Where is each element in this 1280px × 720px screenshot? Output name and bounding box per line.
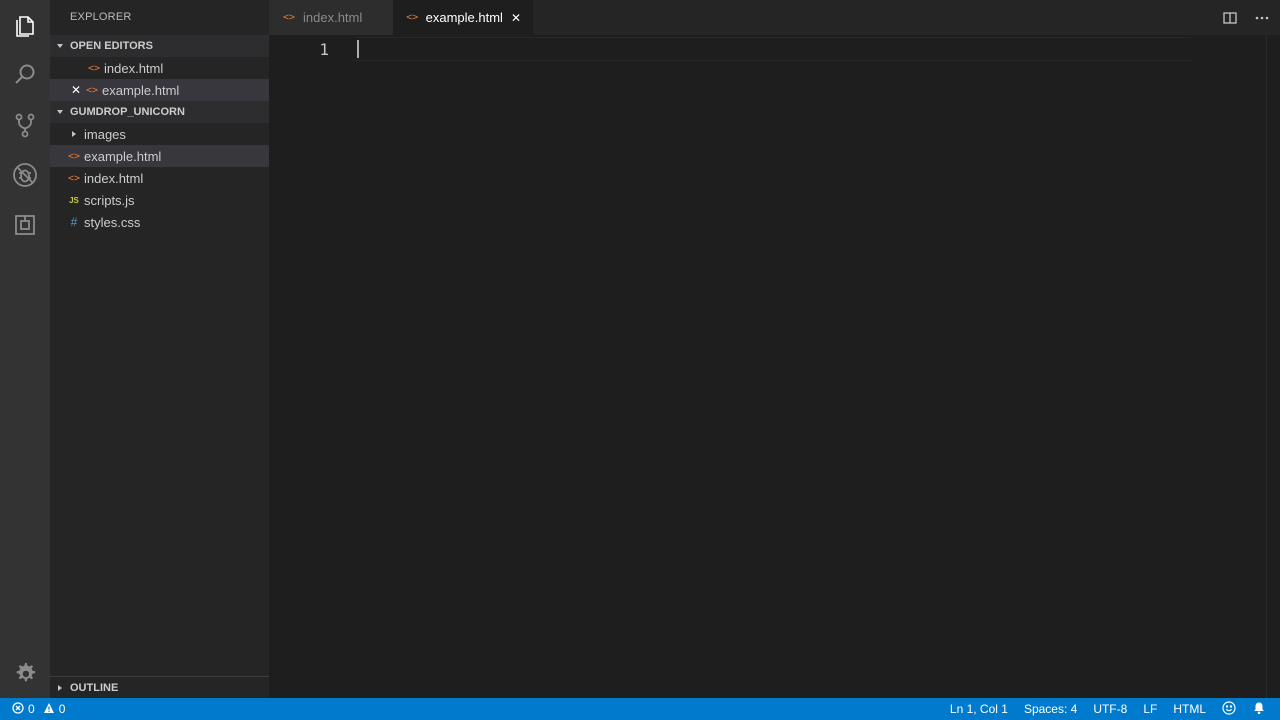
encoding[interactable]: UTF-8 — [1093, 702, 1127, 716]
activity-bar — [0, 0, 50, 698]
current-line-highlight — [355, 37, 1191, 61]
js-file-icon: JS — [69, 195, 79, 205]
html-file-icon: <> — [67, 172, 81, 184]
outline-header[interactable]: OUTLINE — [50, 676, 269, 698]
chevron-down-icon — [50, 42, 70, 50]
split-editor-icon[interactable] — [1220, 11, 1240, 25]
chevron-down-icon — [50, 108, 70, 116]
explorer-title: EXPLORER — [70, 11, 132, 23]
chevron-right-icon — [66, 130, 82, 138]
feedback-smiley-icon[interactable] — [1222, 700, 1236, 718]
overview-ruler[interactable] — [1266, 35, 1280, 698]
tree-item-label: styles.css — [84, 214, 141, 230]
end-of-line[interactable]: LF — [1143, 702, 1157, 716]
warning-icon — [43, 702, 55, 717]
cursor-position[interactable]: Ln 1, Col 1 — [950, 702, 1008, 716]
html-file-icon: <> — [282, 12, 296, 23]
open-editor-item-label: example.html — [102, 82, 180, 98]
folder-label: GUMDROP_UNICORN — [70, 106, 185, 118]
close-icon[interactable]: ✕ — [68, 83, 84, 97]
chevron-right-icon — [50, 684, 70, 692]
indentation[interactable]: Spaces: 4 — [1024, 702, 1077, 716]
tab-label: index.html — [303, 10, 363, 25]
error-icon — [12, 701, 24, 717]
line-number: 1 — [319, 40, 329, 59]
search-icon[interactable] — [0, 50, 50, 100]
close-icon[interactable]: ✕ — [511, 11, 521, 25]
html-file-icon: <> — [67, 150, 81, 162]
tab-example-html[interactable]: <> example.html ✕ — [393, 0, 533, 35]
tree-item-index-html[interactable]: <> index.html — [50, 167, 269, 189]
status-right: Ln 1, Col 1 Spaces: 4 UTF-8 LF HTML — [950, 698, 1266, 720]
open-editor-item-index[interactable]: <> index.html — [50, 57, 269, 79]
source-control-icon[interactable] — [0, 100, 50, 150]
html-file-icon: <> — [406, 12, 419, 23]
tree-item-scripts-js[interactable]: JS scripts.js — [50, 189, 269, 211]
text-cursor — [357, 40, 359, 58]
folder-header[interactable]: GUMDROP_UNICORN — [50, 101, 269, 123]
tree-item-images[interactable]: images — [50, 123, 269, 145]
tab-index-html[interactable]: <> index.html — [269, 0, 393, 35]
explorer-sidebar: EXPLORER OPEN EDITORS <> index.html ✕ <>… — [50, 0, 269, 698]
tree-item-styles-css[interactable]: # styles.css — [50, 211, 269, 233]
error-count: 0 — [28, 702, 35, 716]
problems-indicator[interactable]: 0 0 — [0, 701, 66, 717]
tree-item-label: example.html — [84, 148, 162, 164]
open-editors-label: OPEN EDITORS — [70, 40, 153, 52]
outline-label: OUTLINE — [70, 681, 119, 694]
html-file-icon: <> — [87, 62, 101, 74]
debug-icon[interactable] — [0, 150, 50, 200]
bell-icon[interactable] — [1252, 701, 1266, 718]
tree-item-label: images — [84, 126, 126, 142]
css-file-icon: # — [70, 215, 78, 229]
tab-bar: <> index.html <> example.html ✕ — [269, 0, 1280, 35]
tree-item-label: index.html — [84, 170, 144, 186]
explorer-icon[interactable] — [0, 0, 50, 50]
more-actions-icon[interactable] — [1252, 16, 1272, 20]
warning-count: 0 — [58, 702, 66, 716]
status-bar: 0 0 Ln 1, Col 1 Spaces: 4 UTF-8 LF HTML — [0, 698, 1280, 720]
language-mode[interactable]: HTML — [1173, 702, 1206, 716]
editor-actions — [1220, 0, 1272, 35]
gear-icon[interactable] — [0, 648, 50, 698]
open-editor-item-example[interactable]: ✕ <> example.html — [50, 79, 269, 101]
html-file-icon: <> — [85, 84, 99, 96]
tab-label: example.html — [425, 10, 503, 25]
tree-item-label: scripts.js — [84, 192, 135, 208]
code-editor[interactable]: 1 — [269, 35, 1280, 698]
extensions-icon[interactable] — [0, 200, 50, 250]
tree-item-example-html[interactable]: <> example.html — [50, 145, 269, 167]
open-editor-item-label: index.html — [104, 60, 164, 76]
open-editors-header[interactable]: OPEN EDITORS — [50, 35, 269, 57]
